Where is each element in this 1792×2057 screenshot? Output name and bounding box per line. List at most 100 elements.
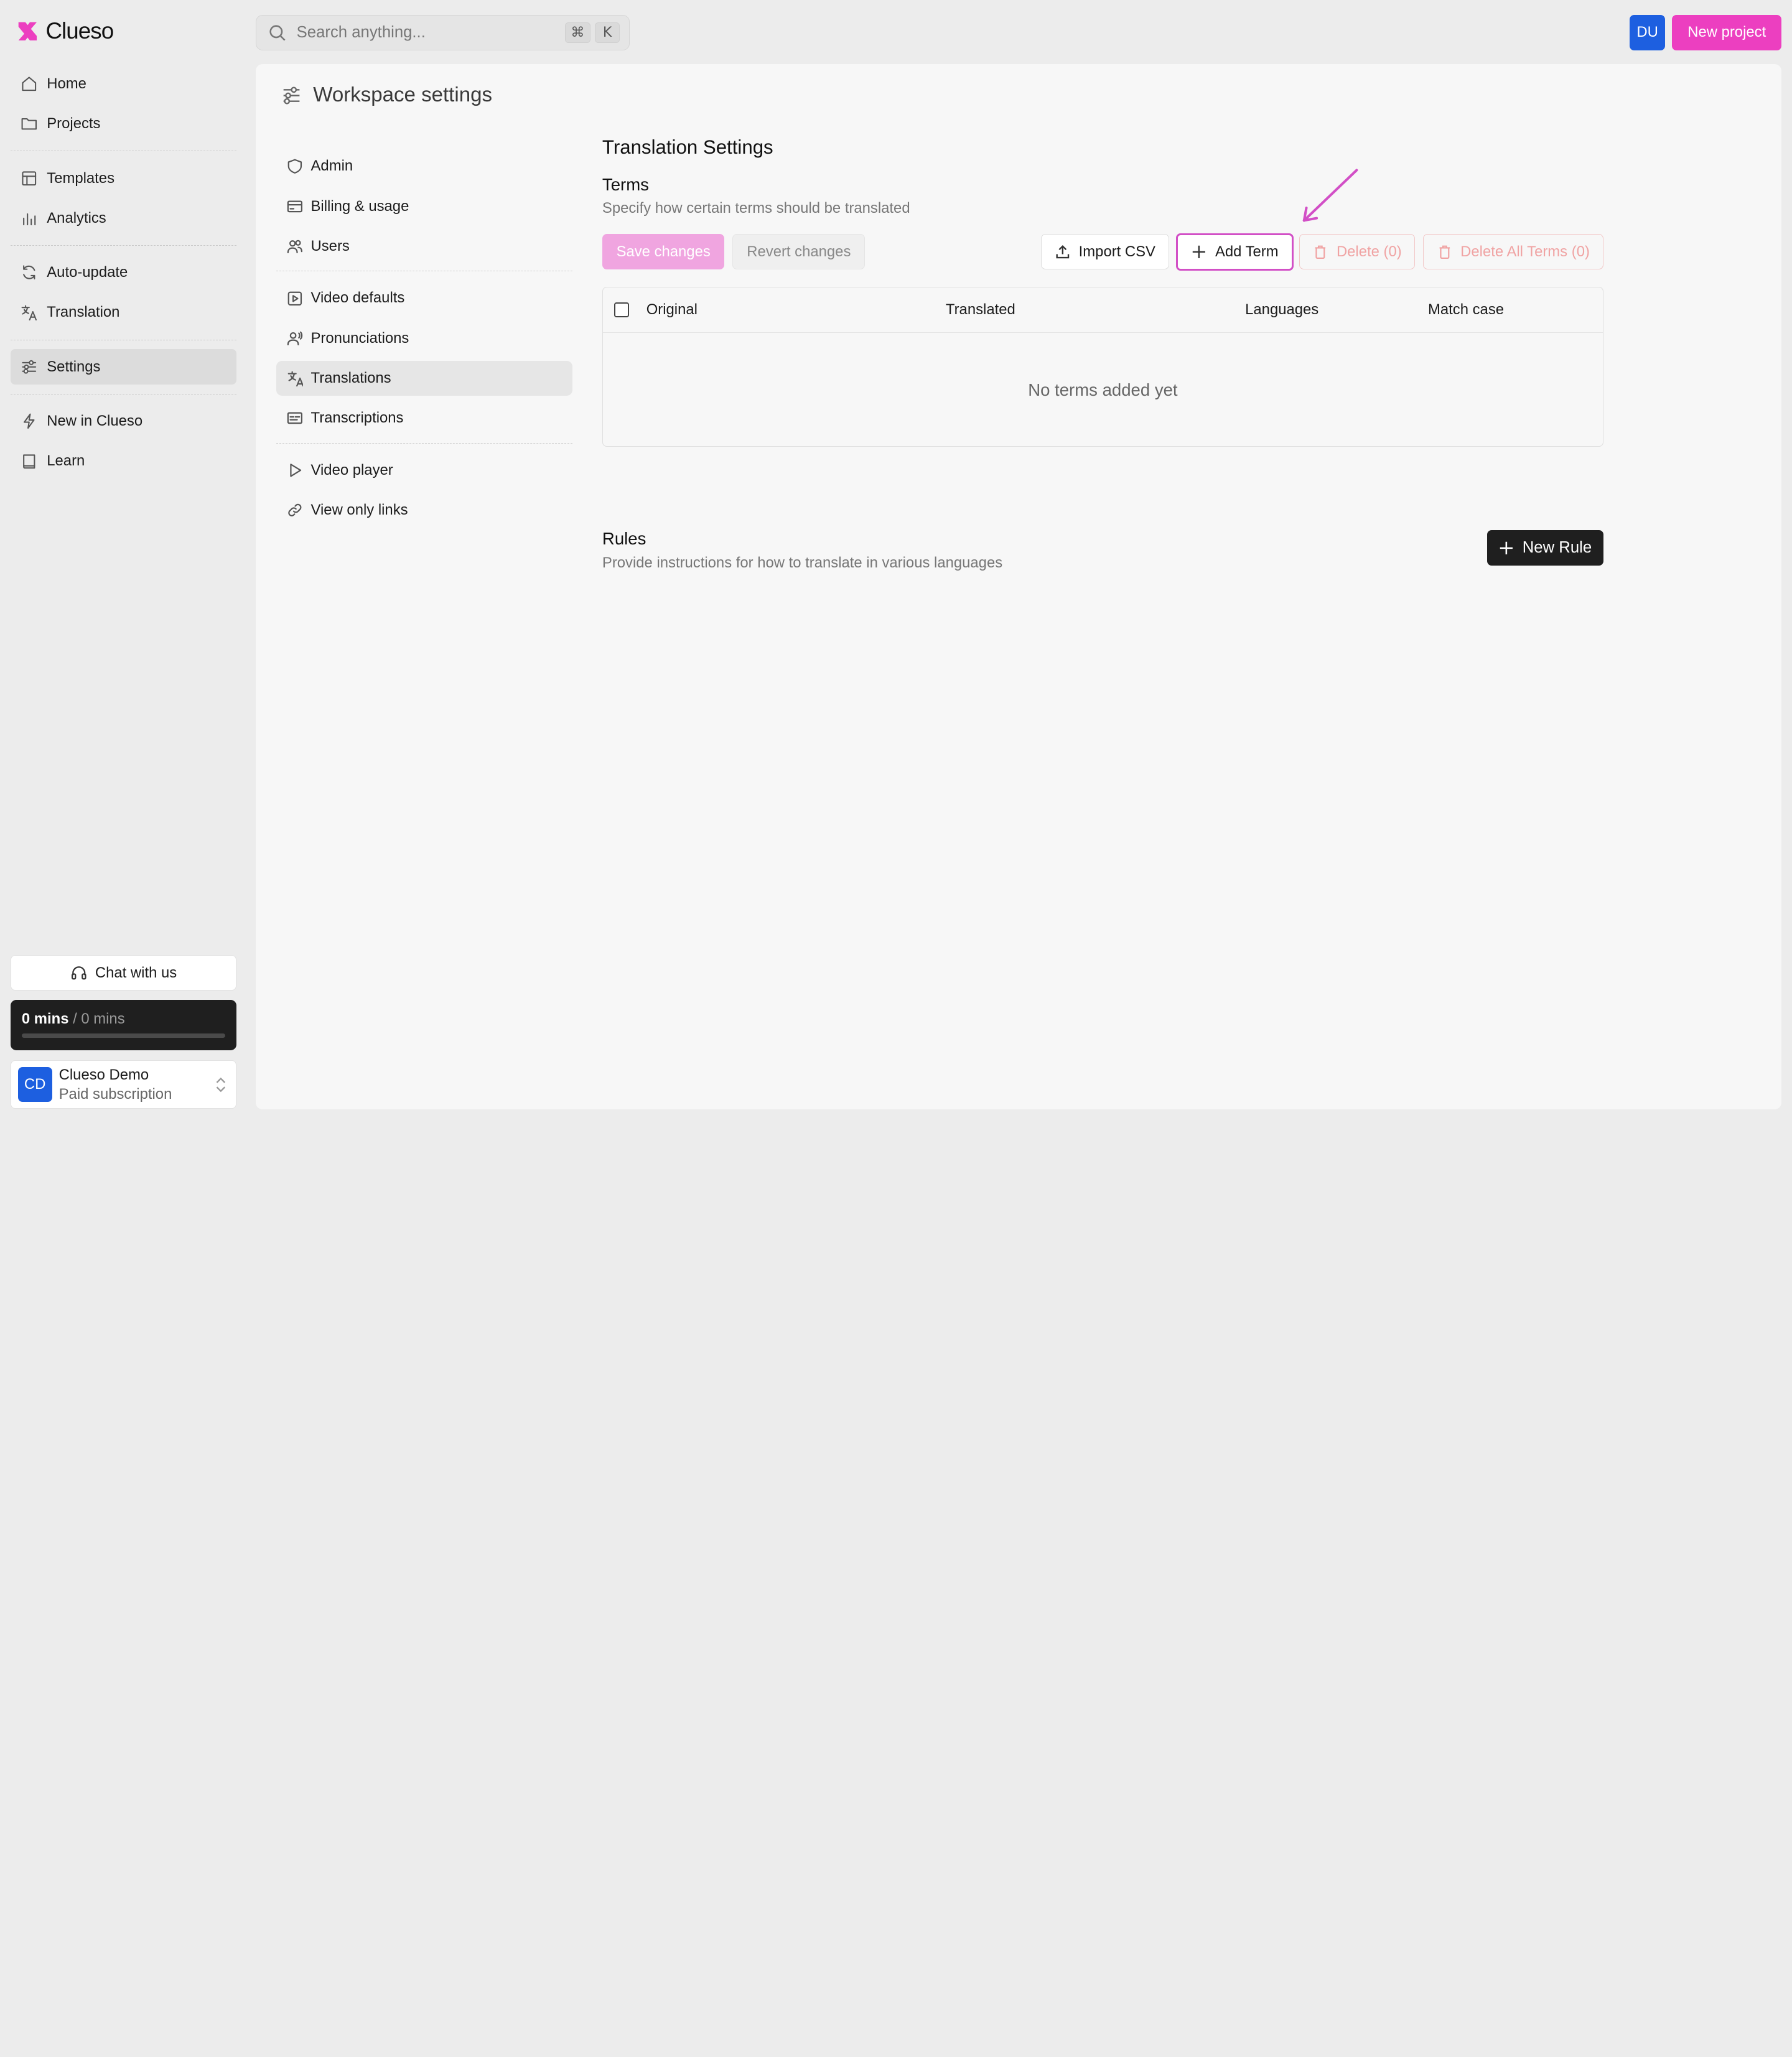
settings-nav-divider	[276, 442, 573, 444]
sidebar-item-learn[interactable]: Learn	[11, 444, 237, 479]
chat-with-us-button[interactable]: Chat with us	[10, 955, 237, 991]
sidebar-item-settings[interactable]: Settings	[10, 349, 237, 385]
sidebar-item-label: Home	[47, 75, 86, 92]
sidebar-item-auto-update[interactable]: Auto-update	[11, 255, 237, 291]
sidebar-item-label: Auto-update	[47, 264, 128, 281]
sidebar-item-translation[interactable]: Translation	[11, 295, 237, 330]
nav-divider	[10, 245, 237, 246]
trash-icon	[1439, 245, 1450, 259]
chevron-up-down-icon	[217, 1077, 226, 1092]
empty-state-text: No terms added yet	[1028, 380, 1178, 399]
settings-nav-video-defaults[interactable]: Video defaults	[276, 281, 572, 316]
settings-nav-label: Billing & usage	[310, 197, 409, 215]
delete-button[interactable]: Delete (0)	[1299, 234, 1415, 270]
column-original[interactable]: Original	[646, 301, 698, 319]
settings-nav-label: View only links	[310, 501, 408, 519]
page-title: Workspace settings	[281, 83, 492, 107]
folder-icon-wrap	[21, 115, 38, 133]
revert-changes-button[interactable]: Revert changes	[732, 234, 866, 270]
brand-logo[interactable]: Clueso	[16, 18, 114, 44]
upload-icon	[1056, 245, 1070, 259]
settings-nav: Admin Billing & usage Users Video defaults P…	[276, 149, 573, 533]
settings-nav-label: Translations	[310, 369, 391, 386]
sidebar-item-analytics[interactable]: Analytics	[11, 200, 237, 236]
sidebar: Clueso Home Projects Templates Analytics Aut…	[0, 0, 247, 1120]
settings-nav-users[interactable]: Users	[276, 228, 572, 264]
settings-nav-billing-and-usage[interactable]: Billing & usage	[276, 189, 572, 224]
section-title: Translation Settings	[602, 136, 773, 158]
usage-total: 0 mins	[81, 1010, 125, 1027]
import-csv-button[interactable]: Import CSV	[1041, 234, 1169, 270]
terms-subtitle: Specify how certain terms should be tran…	[602, 200, 910, 217]
usage-used: 0 mins	[21, 1010, 69, 1027]
search-input[interactable]	[296, 23, 561, 42]
app-root: Clueso Home Projects Templates Analytics Aut…	[0, 0, 1792, 1120]
settings-nav-pronunciations[interactable]: Pronunciations	[276, 320, 572, 356]
terms-title: Terms	[602, 174, 649, 194]
credit-card-icon	[287, 200, 302, 212]
speaker-user-icon	[287, 331, 303, 345]
table-header: Original Translated Languages Match case	[602, 287, 1603, 334]
sliders-icon	[22, 360, 37, 374]
home-icon-wrap	[21, 75, 38, 93]
settings-nav-transcriptions[interactable]: Transcriptions	[276, 401, 572, 436]
settings-nav-translations[interactable]: Translations	[276, 360, 573, 396]
save-changes-button[interactable]: Save changes	[602, 234, 725, 270]
delete-label: Delete (0)	[1336, 243, 1402, 260]
user-avatar[interactable]: DU	[1630, 14, 1666, 50]
new-rule-button[interactable]: New Rule	[1486, 530, 1603, 566]
import-csv-label: Import CSV	[1078, 243, 1155, 260]
settings-nav-label: Users	[310, 237, 350, 254]
column-languages[interactable]: Languages	[1245, 301, 1318, 319]
captions-icon	[287, 412, 302, 424]
account-switcher[interactable]: CD Clueso Demo Paid subscription	[10, 1060, 237, 1109]
account-info: Clueso Demo Paid subscription	[59, 1065, 207, 1104]
sidebar-item-templates[interactable]: Templates	[11, 161, 237, 196]
select-all-checkbox[interactable]	[614, 302, 630, 317]
trash-icon	[1315, 245, 1326, 259]
book-icon-wrap	[21, 453, 38, 470]
analytics-icon-wrap	[21, 210, 38, 227]
settings-nav-admin[interactable]: Admin	[276, 149, 572, 184]
folder-icon	[21, 118, 37, 130]
account-name: Clueso Demo	[58, 1066, 149, 1083]
settings-nav-view-only-links[interactable]: View only links	[276, 493, 572, 528]
translate-icon-wrap	[21, 304, 38, 322]
usage-meter: 0 mins / 0 mins	[10, 1000, 237, 1050]
sidebar-item-label: Settings	[47, 358, 101, 375]
column-match-case[interactable]: Match case	[1428, 301, 1504, 319]
settings-nav-video-player[interactable]: Video player	[276, 452, 572, 488]
usage-progress-bar	[21, 1033, 225, 1038]
usage-separator: /	[68, 1010, 82, 1027]
sliders-icon-wrap	[21, 358, 38, 376]
sidebar-item-label: Translation	[47, 304, 120, 321]
settings-nav-label: Transcriptions	[310, 409, 404, 427]
play-icon	[290, 464, 302, 477]
template-icon	[22, 171, 37, 185]
lightning-icon-wrap	[21, 413, 38, 430]
sidebar-item-new-in-clueso[interactable]: New in Clueso	[11, 404, 237, 439]
pointer-arrow-annotation	[1302, 169, 1358, 222]
sidebar-item-home[interactable]: Home	[11, 67, 237, 102]
search-bar[interactable]: ⌘ K	[256, 14, 630, 50]
delete-all-label: Delete All Terms (0)	[1460, 243, 1590, 260]
plus-icon	[1193, 245, 1206, 259]
analytics-icon	[23, 213, 36, 226]
terms-table: Original Translated Languages Match case…	[602, 286, 1603, 447]
plus-icon	[1500, 541, 1513, 554]
settings-nav-label: Video defaults	[310, 289, 405, 307]
column-translated[interactable]: Translated	[946, 301, 1015, 319]
sidebar-item-projects[interactable]: Projects	[11, 106, 237, 142]
clueso-logo-icon	[18, 22, 37, 41]
revert-changes-label: Revert changes	[747, 243, 851, 260]
account-plan: Paid subscription	[58, 1086, 172, 1103]
chat-label: Chat with us	[95, 964, 177, 981]
new-project-button[interactable]: New project	[1672, 14, 1782, 50]
add-term-button[interactable]: Add Term	[1175, 233, 1294, 271]
delete-all-terms-button[interactable]: Delete All Terms (0)	[1422, 234, 1603, 270]
settings-panel: Workspace settings Admin Billing & usage U…	[256, 63, 1782, 1110]
video-icon	[287, 291, 302, 306]
book-icon	[23, 454, 35, 469]
settings-nav-label: Admin	[310, 157, 353, 175]
sidebar-item-label: New in Clueso	[47, 413, 143, 430]
